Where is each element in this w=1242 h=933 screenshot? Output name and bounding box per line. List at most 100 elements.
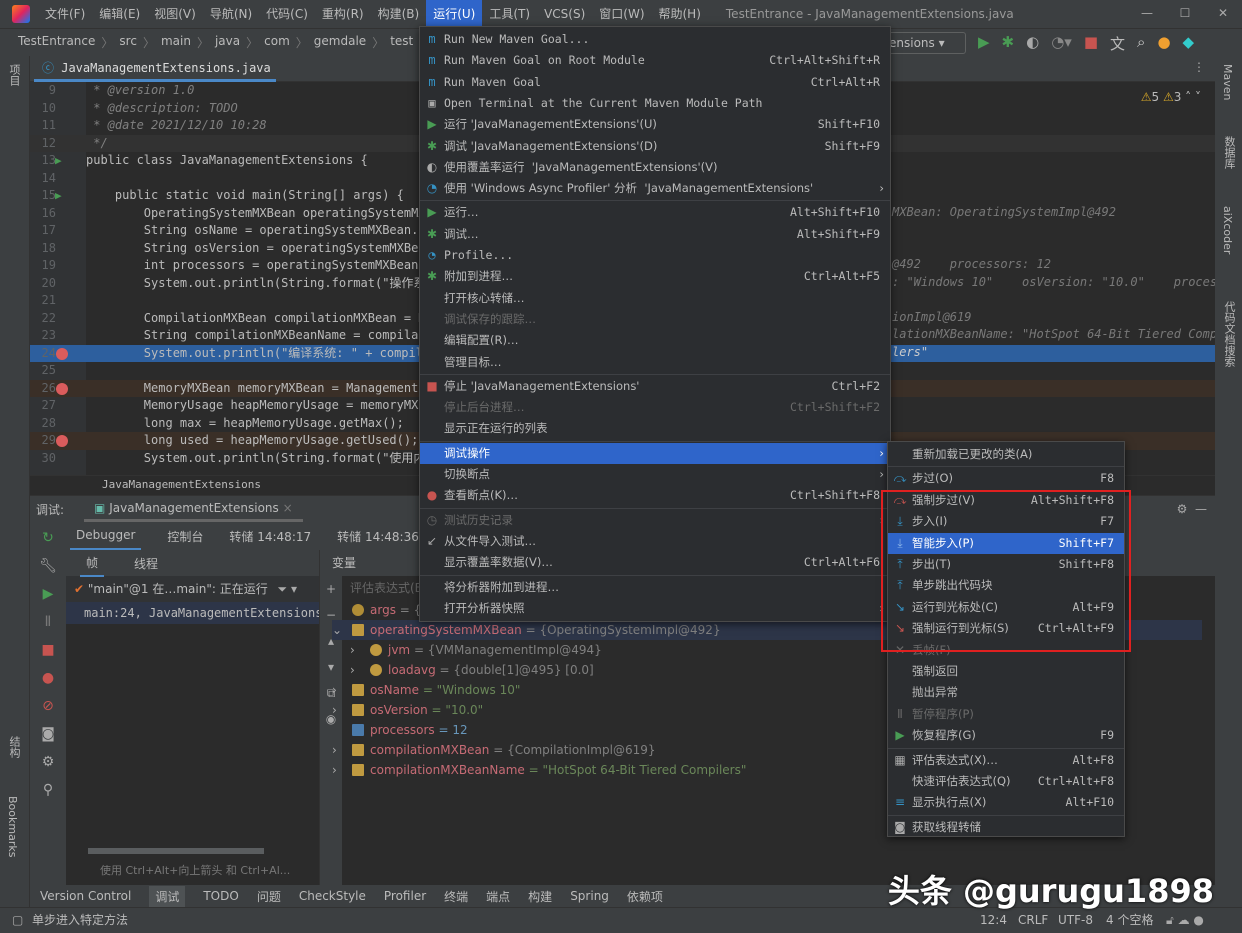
- resume-icon[interactable]: ▶: [43, 586, 54, 602]
- stop-icon[interactable]: ■: [1084, 33, 1098, 54]
- debug-icon[interactable]: ✱: [1002, 33, 1015, 54]
- menu-item[interactable]: m Run New Maven Goal...: [420, 29, 890, 50]
- expand-toggle-icon[interactable]: ›: [350, 660, 370, 680]
- menu-item[interactable]: 切换断点 ›: [420, 464, 890, 485]
- profiler-icon[interactable]: ◔▾: [1051, 33, 1072, 54]
- editor-tab-java-file[interactable]: ⓒ JavaManagementExtensions.java ×: [34, 56, 276, 99]
- menu-item[interactable]: 将分析器附加到进程…: [420, 577, 890, 598]
- menu-item[interactable]: m Run Maven Goal Ctrl+Alt+R: [420, 72, 890, 93]
- coverage-icon[interactable]: ◐: [1026, 33, 1039, 54]
- menu-item[interactable]: ▶ 恢复程序(G) F9: [888, 725, 1124, 746]
- menu-item[interactable]: ≡ 显示执行点(X) Alt+F10: [888, 792, 1124, 813]
- menu-7[interactable]: 运行(U): [426, 0, 483, 28]
- menu-item[interactable]: ◐ 使用覆盖率运行 'JavaManagementExtensions'(V): [420, 157, 890, 178]
- thread-selector[interactable]: ✔ "main"@1 在…main": 正在运行 ⏷ ▾: [66, 576, 319, 602]
- menu-item[interactable]: ▣ Open Terminal at the Current Maven Modu…: [420, 93, 890, 114]
- breakpoint-icon[interactable]: [56, 347, 68, 360]
- menu-item[interactable]: 强制返回: [888, 661, 1124, 682]
- menu-item[interactable]: 管理目标…: [420, 352, 890, 373]
- variable-row[interactable]: › osVersion = "10.0": [332, 700, 483, 720]
- mute-breakpoints-icon[interactable]: ⊘: [42, 698, 54, 714]
- menu-item[interactable]: Ⅱ 暂停程序(P): [888, 704, 1124, 725]
- debugger-tab-2[interactable]: 转储 14:48:17: [229, 528, 311, 545]
- expand-toggle-icon[interactable]: ›: [350, 640, 370, 660]
- variable-row[interactable]: › osName = "Windows 10": [332, 680, 520, 700]
- tool-window-button[interactable]: 依赖项: [627, 888, 663, 905]
- menu-item[interactable]: 停止后台进程… Ctrl+Shift+F2: [420, 397, 890, 418]
- menu-item[interactable]: ◷ 测试历史记录 ›: [420, 510, 890, 531]
- close-icon[interactable]: ✕: [1204, 0, 1242, 26]
- close-session-icon[interactable]: ×: [283, 501, 293, 515]
- menu-item[interactable]: ▦ 评估表达式(X)… Alt+F8: [888, 750, 1124, 771]
- breadcrumb-item[interactable]: gemdale: [314, 34, 366, 51]
- tool-window-button[interactable]: 调试: [149, 885, 186, 907]
- menu-item[interactable]: 调试保存的跟踪…: [420, 309, 890, 330]
- menu-item[interactable]: ◔ 使用 'Windows Async Profiler' 分析 'JavaMan…: [420, 178, 890, 199]
- menu-10[interactable]: 窗口(W): [592, 0, 651, 28]
- maven-tool-button[interactable]: Maven: [1221, 64, 1234, 100]
- structure-tool-button[interactable]: 结构: [6, 736, 22, 758]
- debugger-tab-1[interactable]: 控制台: [167, 528, 203, 545]
- bookmarks-tool-button[interactable]: Bookmarks: [6, 796, 19, 857]
- tool-window-button[interactable]: Version Control: [40, 889, 131, 903]
- tool-window-button[interactable]: 问题: [257, 888, 281, 905]
- tool-window-button[interactable]: 构建: [528, 888, 552, 905]
- menu-1[interactable]: 编辑(E): [92, 0, 147, 28]
- menu-item[interactable]: ◙ 获取线程转储: [888, 817, 1124, 838]
- pause-icon[interactable]: Ⅱ: [45, 614, 52, 630]
- menu-item[interactable]: ● 查看断点(K)… Ctrl+Shift+F8: [420, 485, 890, 506]
- menu-item[interactable]: 调试操作 ›: [420, 442, 890, 464]
- aixcoder-tool-button[interactable]: aiXcoder: [1221, 206, 1234, 254]
- breadcrumb-item[interactable]: java: [215, 34, 240, 51]
- translate-icon[interactable]: 文: [1110, 33, 1125, 54]
- code-doc-search-tool-button[interactable]: 代码文档搜索: [1221, 301, 1237, 367]
- plugin-icon[interactable]: ◆: [1183, 33, 1195, 54]
- settings-icon[interactable]: ⚙: [42, 754, 55, 770]
- expand-toggle-icon[interactable]: ›: [332, 760, 352, 780]
- filter-icon[interactable]: ⏷ ▾: [278, 582, 297, 596]
- menu-item[interactable]: 打开分析器快照 ›: [420, 598, 890, 619]
- breadcrumb-item[interactable]: test: [390, 34, 413, 51]
- menu-item[interactable]: 打开核心转储…: [420, 288, 890, 309]
- breadcrumb-item[interactable]: src: [119, 34, 137, 51]
- menu-item[interactable]: ◔ Profile...: [420, 245, 890, 266]
- more-icon[interactable]: ⋮: [1193, 60, 1205, 74]
- breakpoint-icon[interactable]: [56, 382, 68, 395]
- expand-toggle-icon[interactable]: ›: [332, 680, 352, 700]
- debug-session-tab[interactable]: ▣ JavaManagementExtensions ×: [84, 497, 303, 522]
- menu-item[interactable]: ▶ 运行 'JavaManagementExtensions'(U) Shift+F…: [420, 114, 890, 135]
- menu-0[interactable]: 文件(F): [38, 0, 92, 28]
- menu-8[interactable]: 工具(T): [482, 0, 537, 28]
- tool-window-button[interactable]: CheckStyle: [299, 889, 366, 903]
- variable-row[interactable]: › jvm = {VMManagementImpl@494}: [350, 640, 602, 660]
- database-tool-button[interactable]: 数据库: [1221, 136, 1237, 169]
- down-icon[interactable]: ▾: [320, 654, 342, 680]
- tool-window-button[interactable]: Spring: [570, 889, 609, 903]
- tool-window-button[interactable]: TODO: [203, 889, 238, 903]
- project-tool-button[interactable]: 项目: [6, 64, 22, 86]
- variable-row[interactable]: › compilationMXBean = {CompilationImpl@61…: [332, 740, 655, 760]
- menu-item[interactable]: ✱ 附加到进程… Ctrl+Alt+F5: [420, 266, 890, 287]
- debugger-tab-3[interactable]: 转储 14:48:36: [337, 528, 419, 545]
- view-breakpoints-icon[interactable]: ●: [42, 670, 54, 686]
- minimize-icon[interactable]: —: [1128, 0, 1166, 26]
- menu-item[interactable]: ⤼ 步过(O) F8: [888, 468, 1124, 489]
- wrench-icon[interactable]: 🔧︎: [39, 558, 57, 574]
- menu-6[interactable]: 构建(B): [371, 0, 427, 28]
- menu-item[interactable]: ▶ 运行… Alt+Shift+F10: [420, 202, 890, 223]
- breakpoint-icon[interactable]: [56, 435, 68, 447]
- menu-item[interactable]: 重新加载已更改的类(A): [888, 444, 1124, 465]
- menu-item[interactable]: 显示正在运行的列表: [420, 418, 890, 439]
- frames-scrollbar[interactable]: [88, 848, 264, 854]
- inspection-widget[interactable]: ⚠5 ⚠3 ˄ ˅: [1141, 90, 1201, 104]
- menu-9[interactable]: VCS(S): [537, 0, 592, 28]
- tool-window-button[interactable]: 端点: [486, 888, 510, 905]
- menu-item[interactable]: 显示覆盖率数据(V)… Ctrl+Alt+F6: [420, 552, 890, 573]
- menu-item[interactable]: 编辑配置(R)…: [420, 330, 890, 351]
- menu-item[interactable]: ↙ 从文件导入测试…: [420, 531, 890, 552]
- settings-icon[interactable]: ⚙ —: [1177, 502, 1207, 516]
- tool-window-button[interactable]: Profiler: [384, 889, 426, 903]
- run-config-select[interactable]: ensions ▾: [878, 32, 966, 54]
- variable-row[interactable]: processors = 12: [332, 720, 468, 740]
- menu-item[interactable]: ■ 停止 'JavaManagementExtensions' Ctrl+F2: [420, 376, 890, 397]
